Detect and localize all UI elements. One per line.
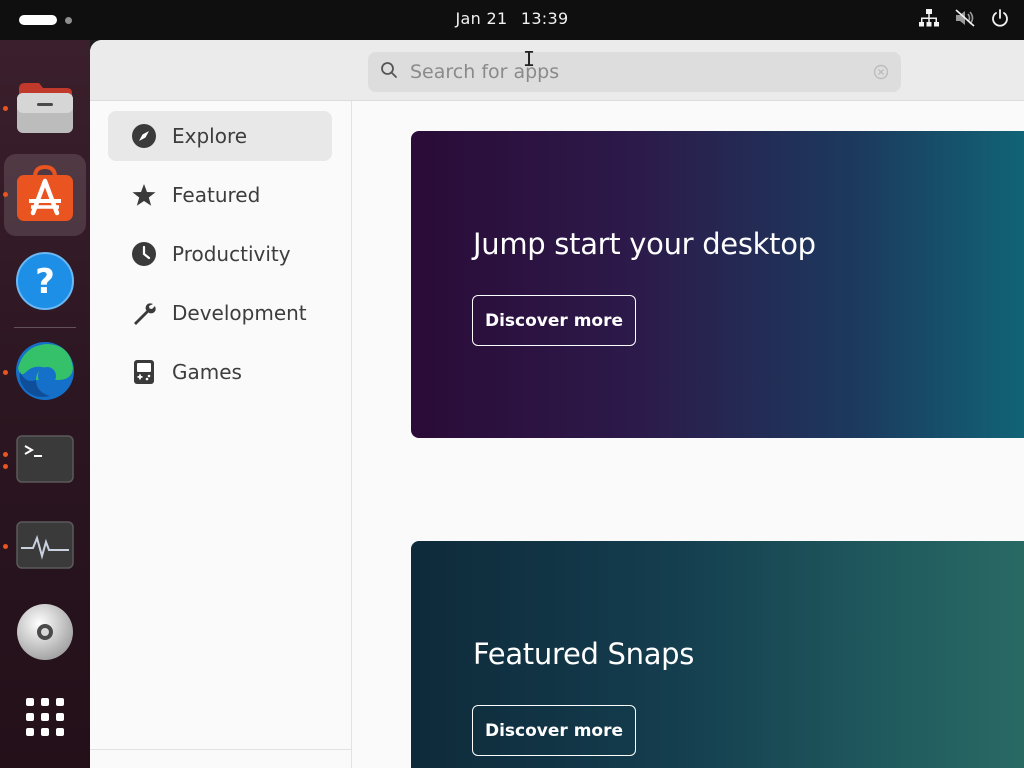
system-tray[interactable] (918, 8, 1010, 28)
running-indicator (3, 106, 8, 111)
dock-help[interactable]: ? (4, 242, 86, 324)
dock-system-monitor[interactable] (3, 506, 86, 588)
svg-text:?: ? (35, 262, 55, 302)
running-indicator (3, 464, 8, 469)
gamepad-icon (130, 358, 158, 386)
search-box[interactable] (368, 52, 901, 92)
divider (90, 749, 352, 750)
sidebar-item-label: Development (172, 301, 307, 325)
dock: ? (0, 40, 90, 768)
help-icon: ? (15, 251, 75, 315)
star-icon (130, 181, 158, 209)
volume-muted-icon[interactable] (954, 8, 976, 28)
banner-featured-snaps: Featured Snaps Discover more (411, 541, 1024, 768)
compass-icon (130, 122, 158, 150)
sidebar-item-productivity[interactable]: Productivity (108, 229, 332, 279)
discover-more-button[interactable]: Discover more (472, 705, 636, 756)
text-cursor-icon: I (523, 47, 536, 71)
sidebar-item-label: Productivity (172, 242, 291, 266)
sidebar-item-games[interactable]: Games (108, 347, 332, 397)
system-monitor-icon (15, 520, 75, 574)
show-apps-icon (24, 696, 66, 742)
sidebar-item-label: Explore (172, 124, 248, 148)
dock-show-apps[interactable] (4, 678, 86, 760)
sidebar-item-development[interactable]: Development (108, 288, 332, 338)
sidebar: Explore Featured Productivity Developmen… (90, 101, 352, 768)
network-icon[interactable] (918, 8, 940, 28)
power-icon[interactable] (990, 8, 1010, 28)
dock-separator (14, 327, 76, 328)
clock-icon (130, 240, 158, 268)
clear-search-icon[interactable] (873, 64, 889, 84)
sidebar-item-featured[interactable]: Featured (108, 170, 332, 220)
header-bar: I (90, 40, 1024, 101)
dock-edge-browser[interactable] (3, 332, 86, 414)
dock-app-center[interactable] (3, 154, 86, 236)
dock-files[interactable] (3, 68, 86, 150)
dock-terminal[interactable] (3, 420, 86, 502)
app-center-window: I Explore Featured (90, 40, 1024, 768)
explore-content: Jump start your desktop Discover more Fe… (352, 101, 1024, 768)
sidebar-item-label: Games (172, 360, 242, 384)
banner-title: Jump start your desktop (473, 227, 816, 261)
discover-more-button[interactable]: Discover more (472, 295, 636, 346)
search-icon (380, 61, 398, 83)
app-center-icon (15, 163, 75, 227)
search-input[interactable] (408, 60, 848, 84)
banner-title: Featured Snaps (473, 637, 695, 671)
sidebar-item-label: Featured (172, 183, 261, 207)
sidebar-item-explore[interactable]: Explore (108, 111, 332, 161)
clock-time: 13:39 (520, 9, 569, 28)
running-indicator (3, 192, 8, 197)
dock-disc[interactable] (4, 593, 86, 675)
top-bar: Jan 21 13:39 (0, 0, 1024, 40)
files-icon (15, 79, 75, 139)
edge-browser-icon (14, 340, 76, 406)
disc-icon (15, 602, 75, 666)
terminal-icon (15, 434, 75, 488)
clock-date: Jan 21 (455, 9, 508, 28)
running-indicator (3, 452, 8, 457)
running-indicator (3, 544, 8, 549)
wrench-icon (130, 299, 158, 327)
banner-jump-start: Jump start your desktop Discover more (411, 131, 1024, 438)
clock[interactable]: Jan 21 13:39 (0, 9, 1024, 28)
running-indicator (3, 370, 8, 375)
